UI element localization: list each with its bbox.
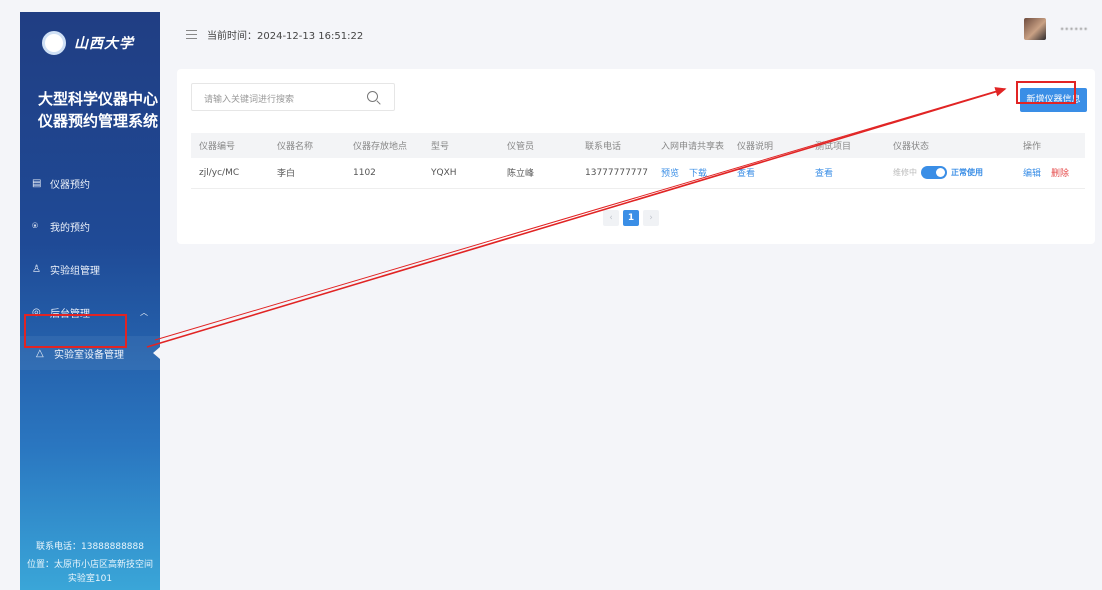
col-header-code: 仪器编号: [191, 133, 269, 158]
next-page-button[interactable]: ›: [643, 210, 659, 226]
col-header-name: 仪器名称: [269, 133, 345, 158]
edit-link[interactable]: 编辑: [1023, 169, 1041, 179]
col-header-model: 型号: [423, 133, 499, 158]
cell-location: 1102: [345, 158, 423, 189]
sidebar-footer: 联系电话：13888888888 位置：太原市小店区高新技空间实验室101: [20, 540, 160, 590]
status-off-label: 维修中: [893, 168, 917, 178]
system-title-line1: 大型科学仪器中心: [38, 90, 159, 108]
footer-phone: 联系电话：13888888888: [36, 542, 144, 552]
user-icon: ⍟: [32, 221, 38, 232]
download-link[interactable]: 下载: [689, 169, 707, 179]
col-header-phone: 联系电话: [577, 133, 653, 158]
col-header-manager: 仪管员: [499, 133, 577, 158]
col-header-manual: 仪器说明: [729, 133, 807, 158]
pagination: ‹ 1 ›: [603, 210, 659, 226]
group-icon: ♙: [32, 264, 41, 275]
current-time: 当前时间：2024-12-13 16:51:22: [207, 30, 364, 42]
prev-page-button[interactable]: ‹: [603, 210, 619, 226]
status-toggle[interactable]: [921, 166, 947, 180]
view-manual-link[interactable]: 查看: [737, 169, 755, 179]
status-on-label: 正常使用: [951, 168, 983, 178]
cell-name: 李白: [269, 158, 345, 189]
sidebar-item-label: 我的预约: [50, 223, 90, 234]
sidebar-item-label: 实验组管理: [50, 266, 100, 277]
cell-phone: 13777777777: [577, 158, 653, 189]
cell-model: YQXH: [423, 158, 499, 189]
col-header-location: 仪器存放地点: [345, 133, 423, 158]
content-card: 请输入关键词进行搜索 新增仪器信息 仪器编号 仪器名称 仪器存放地点 型号 仪管…: [177, 69, 1095, 244]
col-header-actions: 操作: [1015, 133, 1085, 158]
chevron-up-icon[interactable]: ︿: [140, 307, 148, 318]
top-bar: 当前时间：2024-12-13 16:51:22 ••••••: [160, 12, 1102, 56]
table-header-row: 仪器编号 仪器名称 仪器存放地点 型号 仪管员 联系电话 入网申请共享表 仪器说…: [191, 133, 1085, 158]
view-test-items-link[interactable]: 查看: [815, 169, 833, 179]
sidebar: 山西大学 大型科学仪器中心 仪器预约管理系统 ▤ 仪器预约 ⍟ 我的预约 ♙ 实…: [20, 12, 160, 590]
search-input[interactable]: 请输入关键词进行搜索: [191, 83, 395, 111]
cell-share-form: 预览 下载: [653, 158, 729, 189]
warning-icon: △: [36, 347, 44, 359]
calendar-icon: ▤: [32, 178, 42, 189]
table-row: zjl/yc/MC 李白 1102 YQXH 陈立峰 13777777777 预…: [191, 158, 1085, 189]
avatar[interactable]: [1024, 18, 1046, 40]
sidebar-item-label: 仪器预约: [50, 180, 90, 191]
cell-manual: 查看: [729, 158, 807, 189]
search-placeholder: 请输入关键词进行搜索: [204, 95, 295, 105]
active-pointer: [153, 347, 160, 359]
footer-address: 位置：太原市小店区高新技空间实验室101: [26, 560, 153, 584]
university-emblem-icon: [42, 31, 66, 55]
annotation-box-add-button: [1016, 81, 1076, 104]
search-icon[interactable]: [367, 91, 378, 102]
col-header-status: 仪器状态: [885, 133, 1015, 158]
system-title-line2: 仪器预约管理系统: [38, 112, 159, 130]
page-button-current[interactable]: 1: [623, 210, 639, 226]
sidebar-item-instrument-booking[interactable]: ▤ 仪器预约: [20, 162, 160, 205]
sidebar-item-my-bookings[interactable]: ⍟ 我的预约: [20, 205, 160, 248]
annotation-box-sidebar: [24, 314, 127, 348]
user-name[interactable]: ••••••: [1060, 25, 1088, 34]
preview-link[interactable]: 预览: [661, 169, 679, 179]
delete-link[interactable]: 删除: [1051, 169, 1069, 179]
cell-actions: 编辑 删除: [1015, 158, 1085, 189]
cell-status: 维修中 正常使用: [885, 158, 1015, 189]
cell-code: zjl/yc/MC: [191, 158, 269, 189]
logo: 山西大学: [20, 12, 160, 74]
sidebar-item-lab-group[interactable]: ♙ 实验组管理: [20, 248, 160, 291]
cell-test-items: 查看: [807, 158, 885, 189]
instrument-table: 仪器编号 仪器名称 仪器存放地点 型号 仪管员 联系电话 入网申请共享表 仪器说…: [191, 133, 1085, 189]
cell-manager: 陈立峰: [499, 158, 577, 189]
col-header-test-items: 测试项目: [807, 133, 885, 158]
logo-text: 山西大学: [74, 36, 134, 52]
menu-toggle-icon[interactable]: [186, 29, 197, 39]
system-title: 大型科学仪器中心 仪器预约管理系统: [20, 74, 160, 132]
col-header-share-form: 入网申请共享表: [653, 133, 729, 158]
